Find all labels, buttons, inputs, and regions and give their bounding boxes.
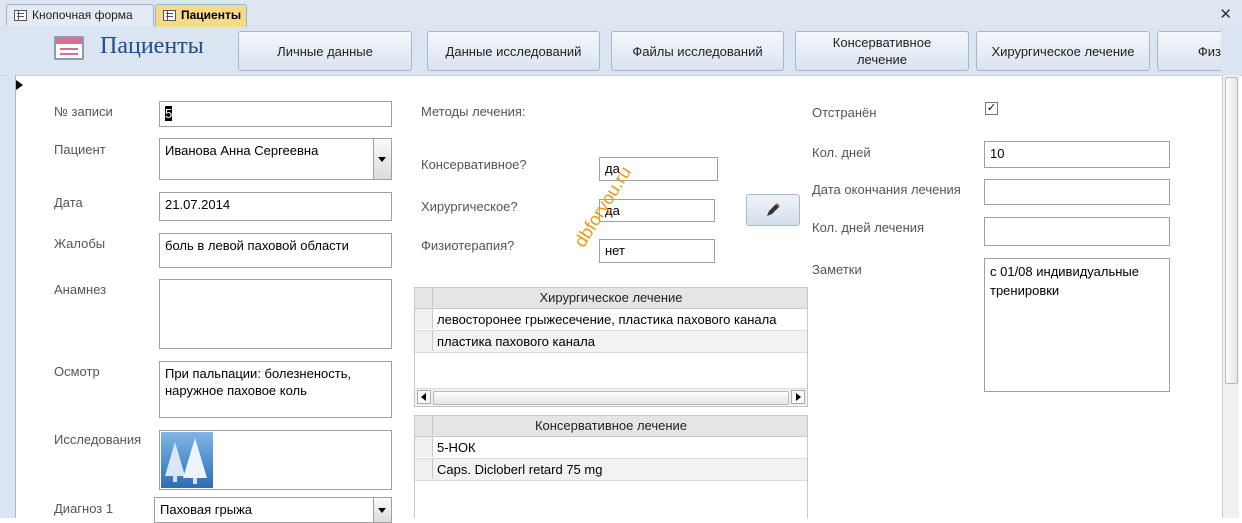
- form-header: Пациенты Личные данные Данные исследован…: [0, 27, 1242, 76]
- diagnosis1-combo[interactable]: Паховая грыжа: [154, 497, 392, 523]
- scroll-thumb[interactable]: [433, 391, 789, 405]
- table-row[interactable]: Caps. Dicloberl retard 75 mg: [415, 459, 807, 481]
- snow-trees-icon: [165, 438, 207, 484]
- scroll-left-icon[interactable]: [417, 390, 431, 404]
- patient-label: Пациент: [54, 142, 106, 157]
- tab-label: Кнопочная форма: [32, 8, 133, 22]
- research-files-button[interactable]: Файлы исследований: [611, 31, 784, 71]
- tab-main-menu[interactable]: Кнопочная форма: [6, 4, 154, 26]
- form-icon: [163, 10, 176, 21]
- exam-label: Осмотр: [54, 364, 100, 379]
- physio-field[interactable]: нет: [599, 239, 715, 263]
- physiotherapy-button[interactable]: Физ: [1157, 31, 1221, 71]
- research-data-button[interactable]: Данные исследований: [427, 31, 600, 71]
- edit-button[interactable]: [746, 194, 800, 226]
- days-label: Кол. дней: [812, 145, 871, 160]
- form-icon: [14, 10, 27, 21]
- days-field[interactable]: 10: [984, 141, 1170, 168]
- scroll-thumb[interactable]: [1225, 77, 1238, 384]
- treatment-methods-heading: Методы лечения:: [421, 104, 526, 119]
- anamnesis-field[interactable]: [159, 279, 392, 349]
- patient-value: Иванова Анна Сергеевна: [165, 143, 319, 158]
- treatment-days-label: Кол. дней лечения: [812, 220, 925, 235]
- complaints-field[interactable]: боль в левой паховой области: [159, 233, 392, 268]
- pencil-icon: [767, 203, 780, 216]
- suspended-checkbox[interactable]: ✓: [985, 102, 998, 115]
- surgical-treatment-subform: Хирургическое лечение левосторонее грыже…: [414, 287, 808, 407]
- physiotherapy-label: Физ: [1197, 43, 1221, 59]
- conservative-label: Консервативное?: [421, 157, 527, 172]
- conservative-treatment-subform: Консервативное лечение 5-НОК Caps. Diclo…: [414, 415, 808, 518]
- record-no-label: № записи: [54, 104, 113, 119]
- notes-field[interactable]: с 01/08 индивидуальные тренировки: [984, 258, 1170, 392]
- vertical-scrollbar[interactable]: [1222, 75, 1239, 518]
- table-row[interactable]: левосторонее грыжесечение, пластика пахо…: [415, 309, 807, 331]
- scroll-right-icon[interactable]: [791, 390, 805, 404]
- research-thumbnail[interactable]: [161, 432, 213, 488]
- tab-patients[interactable]: Пациенты: [155, 4, 247, 27]
- date-label: Дата: [54, 195, 83, 210]
- patient-combo[interactable]: Иванова Анна Сергеевна: [159, 138, 392, 180]
- close-icon[interactable]: ✕: [1219, 5, 1232, 23]
- record-selector-icon[interactable]: [8, 75, 23, 518]
- date-field[interactable]: 21.07.2014: [159, 192, 392, 221]
- chevron-down-icon[interactable]: [373, 498, 391, 522]
- record-no-field[interactable]: 5: [159, 101, 392, 127]
- surgical-treatment-button[interactable]: Хирургическое лечение: [976, 31, 1150, 71]
- record-no-value: 5: [165, 106, 173, 121]
- document-tab-bar: Кнопочная форма Пациенты ✕: [0, 0, 1242, 28]
- complaints-label: Жалобы: [54, 236, 106, 251]
- suspended-label: Отстранён: [812, 105, 877, 120]
- table-row[interactable]: пластика пахового канала: [415, 331, 807, 353]
- anamnesis-label: Анамнез: [54, 282, 107, 297]
- page-title: Пациенты: [100, 33, 204, 59]
- chevron-down-icon[interactable]: [373, 139, 391, 179]
- diagnosis1-label: Диагноз 1: [54, 501, 114, 516]
- research-label: Исследования: [54, 432, 142, 447]
- treatment-days-field[interactable]: [984, 217, 1170, 246]
- diagnosis1-value: Паховая грыжа: [160, 502, 253, 517]
- exam-field[interactable]: При пальпации: болезненость, наружное па…: [159, 361, 392, 418]
- notes-label: Заметки: [812, 262, 862, 277]
- form-icon: [54, 36, 84, 60]
- surgical-table-header: Хирургическое лечение: [415, 288, 807, 309]
- horizontal-scrollbar[interactable]: [415, 388, 807, 406]
- personal-data-button[interactable]: Личные данные: [238, 31, 412, 71]
- physio-label: Физиотерапия?: [421, 238, 515, 253]
- end-date-field[interactable]: [984, 179, 1170, 205]
- conservative-table-header: Консервативное лечение: [415, 416, 807, 437]
- conservative-treatment-button[interactable]: Консервативное лечение: [795, 31, 969, 71]
- table-row[interactable]: 5-НОК: [415, 437, 807, 459]
- tab-label: Пациенты: [181, 8, 242, 22]
- surgical-label: Хирургическое?: [421, 199, 518, 214]
- end-date-label: Дата окончания лечения: [812, 182, 961, 197]
